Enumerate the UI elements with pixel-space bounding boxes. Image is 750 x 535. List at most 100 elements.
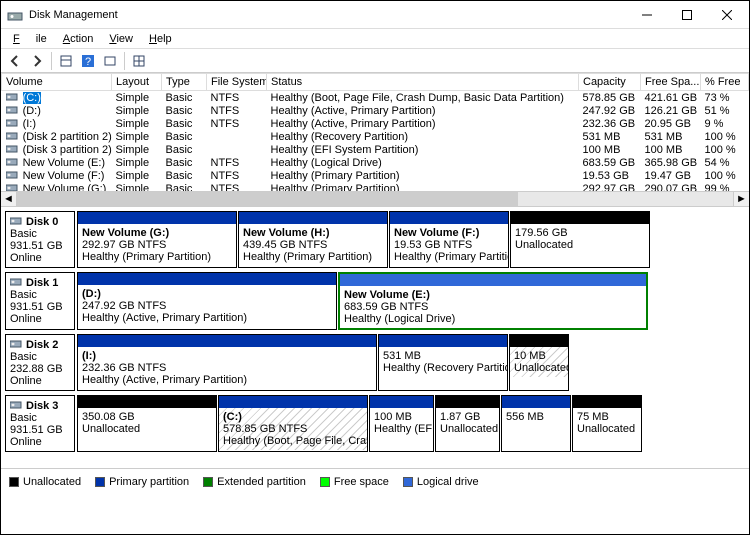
cell: 365.98 GB xyxy=(641,156,701,169)
cell: 9 % xyxy=(701,117,749,130)
column-header[interactable]: Type xyxy=(162,74,207,91)
separator xyxy=(124,52,125,70)
volume-row[interactable]: (C:)SimpleBasicNTFSHealthy (Boot, Page F… xyxy=(2,91,749,105)
partition[interactable]: (C:)578.85 GB NTFSHealthy (Boot, Page Fi… xyxy=(218,395,368,452)
cell: Simple xyxy=(112,169,162,182)
cell: 19.53 GB xyxy=(579,169,641,182)
cell: Healthy (Boot, Page File, Crash Dump, Ba… xyxy=(267,91,579,105)
scroll-track[interactable] xyxy=(17,192,733,206)
disk-header[interactable]: Disk 3Basic931.51 GBOnline xyxy=(5,395,75,452)
cell: NTFS xyxy=(207,104,267,117)
partition[interactable]: (I:)232.36 GB NTFSHealthy (Active, Prima… xyxy=(77,334,377,391)
column-header[interactable]: Layout xyxy=(112,74,162,91)
menu-action[interactable]: Action xyxy=(55,31,102,47)
cell: 100 % xyxy=(701,143,749,156)
toolbar-btn-2[interactable] xyxy=(100,51,120,71)
cell: 292.97 GB xyxy=(579,182,641,191)
cell: 290.07 GB xyxy=(641,182,701,191)
maximize-button[interactable] xyxy=(667,2,707,28)
volume-row[interactable]: New Volume (G:)SimpleBasicNTFSHealthy (P… xyxy=(2,182,749,191)
cell: 247.92 GB xyxy=(579,104,641,117)
legend-extended: Extended partition xyxy=(203,476,306,488)
cell: 100 MB xyxy=(579,143,641,156)
column-header[interactable]: Volume xyxy=(2,74,112,91)
toolbar-btn-3[interactable] xyxy=(129,51,149,71)
partition-info: 10 MBUnallocated xyxy=(510,347,568,377)
scroll-right-button[interactable]: ► xyxy=(733,192,749,206)
disk-graphical-view[interactable]: Disk 0Basic931.51 GBOnlineNew Volume (G:… xyxy=(1,207,749,469)
close-button[interactable] xyxy=(707,2,747,28)
partition[interactable]: 10 MBUnallocated xyxy=(509,334,569,391)
horizontal-scrollbar[interactable]: ◄ ► xyxy=(1,191,749,207)
partition[interactable]: New Volume (E:)683.59 GB NTFSHealthy (Lo… xyxy=(338,272,648,330)
help-button[interactable]: ? xyxy=(78,51,98,71)
cell: Basic xyxy=(162,169,207,182)
partition[interactable]: (D:)247.92 GB NTFSHealthy (Active, Prima… xyxy=(77,272,337,330)
drive-icon xyxy=(6,169,20,182)
cell: 683.59 GB xyxy=(579,156,641,169)
disk-icon xyxy=(10,276,22,289)
partition[interactable]: 350.08 GBUnallocated xyxy=(77,395,217,452)
back-button[interactable] xyxy=(5,51,25,71)
volume-row[interactable]: (Disk 3 partition 2)SimpleBasicHealthy (… xyxy=(2,143,749,156)
title-bar: Disk Management xyxy=(1,1,749,29)
partition[interactable]: New Volume (F:)19.53 GB NTFSHealthy (Pri… xyxy=(389,211,509,268)
menu-view[interactable]: View xyxy=(101,31,141,47)
volume-list[interactable]: VolumeLayoutTypeFile SystemStatusCapacit… xyxy=(1,73,749,191)
partition-info: New Volume (F:)19.53 GB NTFSHealthy (Pri… xyxy=(390,224,508,266)
legend: Unallocated Primary partition Extended p… xyxy=(1,469,749,495)
partition[interactable]: 1.87 GBUnallocated xyxy=(435,395,500,452)
cell: (C:) xyxy=(2,91,112,105)
partition[interactable]: 531 MBHealthy (Recovery Partition) xyxy=(378,334,508,391)
partition-info: 1.87 GBUnallocated xyxy=(436,408,499,438)
cell: Basic xyxy=(162,130,207,143)
volume-row[interactable]: New Volume (E:)SimpleBasicNTFSHealthy (L… xyxy=(2,156,749,169)
minimize-button[interactable] xyxy=(627,2,667,28)
cell: New Volume (E:) xyxy=(2,156,112,169)
partition-info: New Volume (G:)292.97 GB NTFSHealthy (Pr… xyxy=(78,224,236,266)
partition[interactable]: 75 MBUnallocated xyxy=(572,395,642,452)
cell: 100 % xyxy=(701,169,749,182)
menu-file[interactable]: File xyxy=(5,31,55,47)
drive-icon xyxy=(6,143,20,156)
cell: New Volume (F:) xyxy=(2,169,112,182)
volume-row[interactable]: (D:)SimpleBasicNTFSHealthy (Active, Prim… xyxy=(2,104,749,117)
cell: NTFS xyxy=(207,91,267,105)
toolbar-btn-1[interactable] xyxy=(56,51,76,71)
disk-partitions: (I:)232.36 GB NTFSHealthy (Active, Prima… xyxy=(77,334,745,391)
cell: 100 % xyxy=(701,130,749,143)
volume-row[interactable]: (Disk 2 partition 2)SimpleBasicHealthy (… xyxy=(2,130,749,143)
partition-info: New Volume (H:)439.45 GB NTFSHealthy (Pr… xyxy=(239,224,387,266)
disk-header[interactable]: Disk 1Basic931.51 GBOnline xyxy=(5,272,75,330)
disk-partitions: 350.08 GBUnallocated(C:)578.85 GB NTFSHe… xyxy=(77,395,745,452)
partition[interactable]: New Volume (G:)292.97 GB NTFSHealthy (Pr… xyxy=(77,211,237,268)
cell: Healthy (Recovery Partition) xyxy=(267,130,579,143)
cell: (Disk 3 partition 2) xyxy=(2,143,112,156)
partition-stripe xyxy=(390,212,508,224)
forward-button[interactable] xyxy=(27,51,47,71)
disk-header[interactable]: Disk 0Basic931.51 GBOnline xyxy=(5,211,75,268)
scroll-thumb[interactable] xyxy=(17,192,518,206)
volume-row[interactable]: (I:)SimpleBasicNTFSHealthy (Active, Prim… xyxy=(2,117,749,130)
column-header[interactable]: Capacity xyxy=(579,74,641,91)
volume-row[interactable]: New Volume (F:)SimpleBasicNTFSHealthy (P… xyxy=(2,169,749,182)
disk-header[interactable]: Disk 2Basic232.88 GBOnline xyxy=(5,334,75,391)
partition-stripe xyxy=(340,274,646,286)
scroll-left-button[interactable]: ◄ xyxy=(1,192,17,206)
partition[interactable]: 100 MBHealthy (EFI xyxy=(369,395,434,452)
cell: Simple xyxy=(112,104,162,117)
column-header[interactable]: Status xyxy=(267,74,579,91)
column-header[interactable]: File System xyxy=(207,74,267,91)
legend-logical: Logical drive xyxy=(403,476,479,488)
separator xyxy=(51,52,52,70)
menu-help[interactable]: Help xyxy=(141,31,180,47)
partition[interactable]: 179.56 GBUnallocated xyxy=(510,211,650,268)
toolbar: ? xyxy=(1,49,749,73)
column-header[interactable]: Free Spa... xyxy=(641,74,701,91)
app-icon xyxy=(7,7,23,23)
partition-info: (I:)232.36 GB NTFSHealthy (Active, Prima… xyxy=(78,347,376,389)
partition[interactable]: 556 MB xyxy=(501,395,571,452)
column-header[interactable]: % Free xyxy=(701,74,749,91)
cell xyxy=(207,143,267,156)
partition[interactable]: New Volume (H:)439.45 GB NTFSHealthy (Pr… xyxy=(238,211,388,268)
